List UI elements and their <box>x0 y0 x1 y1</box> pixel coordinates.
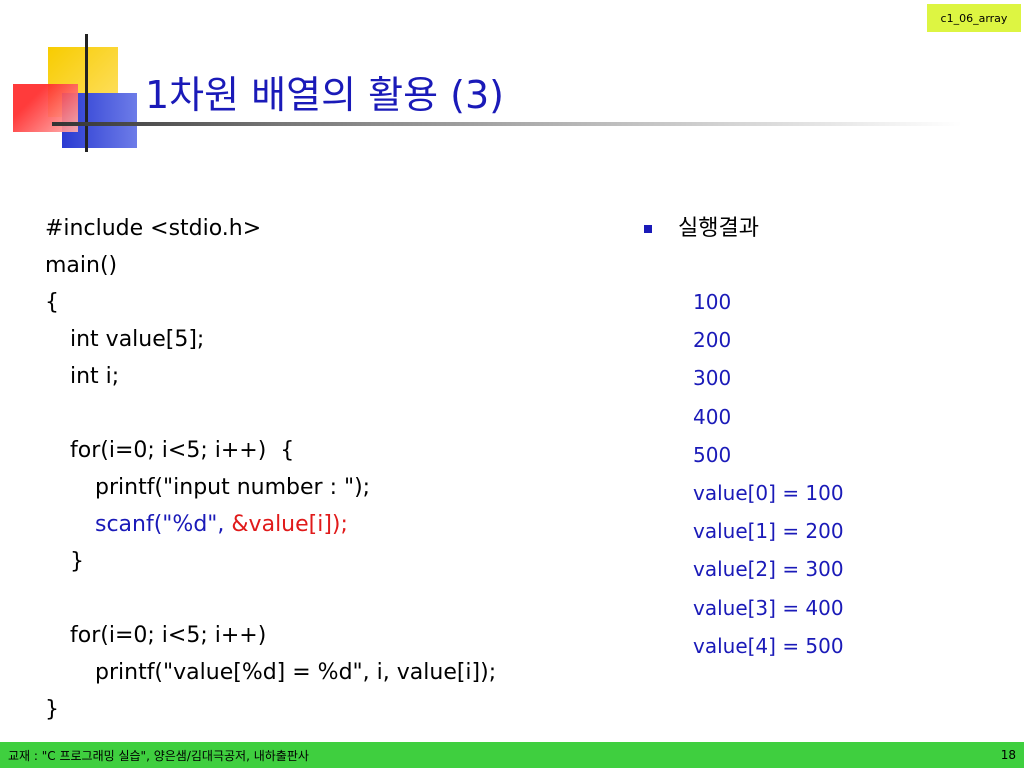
code-line: printf("value[%d] = %d", i, value[i]); <box>95 660 497 685</box>
result-line: 400 <box>693 404 732 429</box>
code-line: } <box>70 549 84 574</box>
code-line: int i; <box>70 364 120 389</box>
footer-bar: 교재 : "C 프로그래밍 실습", 양은샘/김대극공저, 내하출판사 18 <box>0 742 1024 768</box>
footer-source-text: 교재 : "C 프로그래밍 실습", 양은샘/김대극공저, 내하출판사 <box>8 748 309 763</box>
result-line: 100 <box>693 290 732 314</box>
results-heading-label: 실행결과 <box>678 216 759 241</box>
scanf-call-text: scanf("%d", <box>95 512 232 537</box>
result-line: value[3] = 400 <box>693 595 844 620</box>
result-line: 500 <box>693 442 732 467</box>
results-output: 100 200 300 400 500 value[0] = 100 value… <box>693 283 844 665</box>
page-number: 18 <box>1000 748 1016 762</box>
square-bullet-icon <box>644 224 652 233</box>
result-line: 200 <box>693 328 732 353</box>
code-line: main() <box>45 253 118 278</box>
code-line-scanf: scanf("%d", &value[i]); <box>45 506 496 543</box>
result-line: value[0] = 100 <box>693 480 844 505</box>
result-line: value[1] = 200 <box>693 519 844 544</box>
code-line: { <box>45 290 59 315</box>
decor-vertical-line <box>85 34 88 152</box>
result-line: value[2] = 300 <box>693 557 844 582</box>
title-underline <box>52 122 962 126</box>
code-line: printf("input number : "); <box>95 475 371 500</box>
code-line: for(i=0; i<5; i++) { <box>70 438 295 463</box>
code-line: int value[5]; <box>70 327 205 352</box>
slide-title: 1차원 배열의 활용 (3) <box>145 73 504 117</box>
scanf-address-arg: &value[i]); <box>231 512 348 537</box>
slide-tag: c1_06_array <box>927 4 1021 32</box>
result-line: value[4] = 500 <box>693 633 844 658</box>
code-block: #include <stdio.h> main() { int value[5]… <box>45 210 496 728</box>
result-line: 300 <box>693 366 732 391</box>
code-line: for(i=0; i<5; i++) <box>70 623 267 648</box>
code-line: #include <stdio.h> <box>45 216 262 241</box>
results-heading: 실행결과 <box>644 210 759 247</box>
code-line: } <box>45 697 59 722</box>
